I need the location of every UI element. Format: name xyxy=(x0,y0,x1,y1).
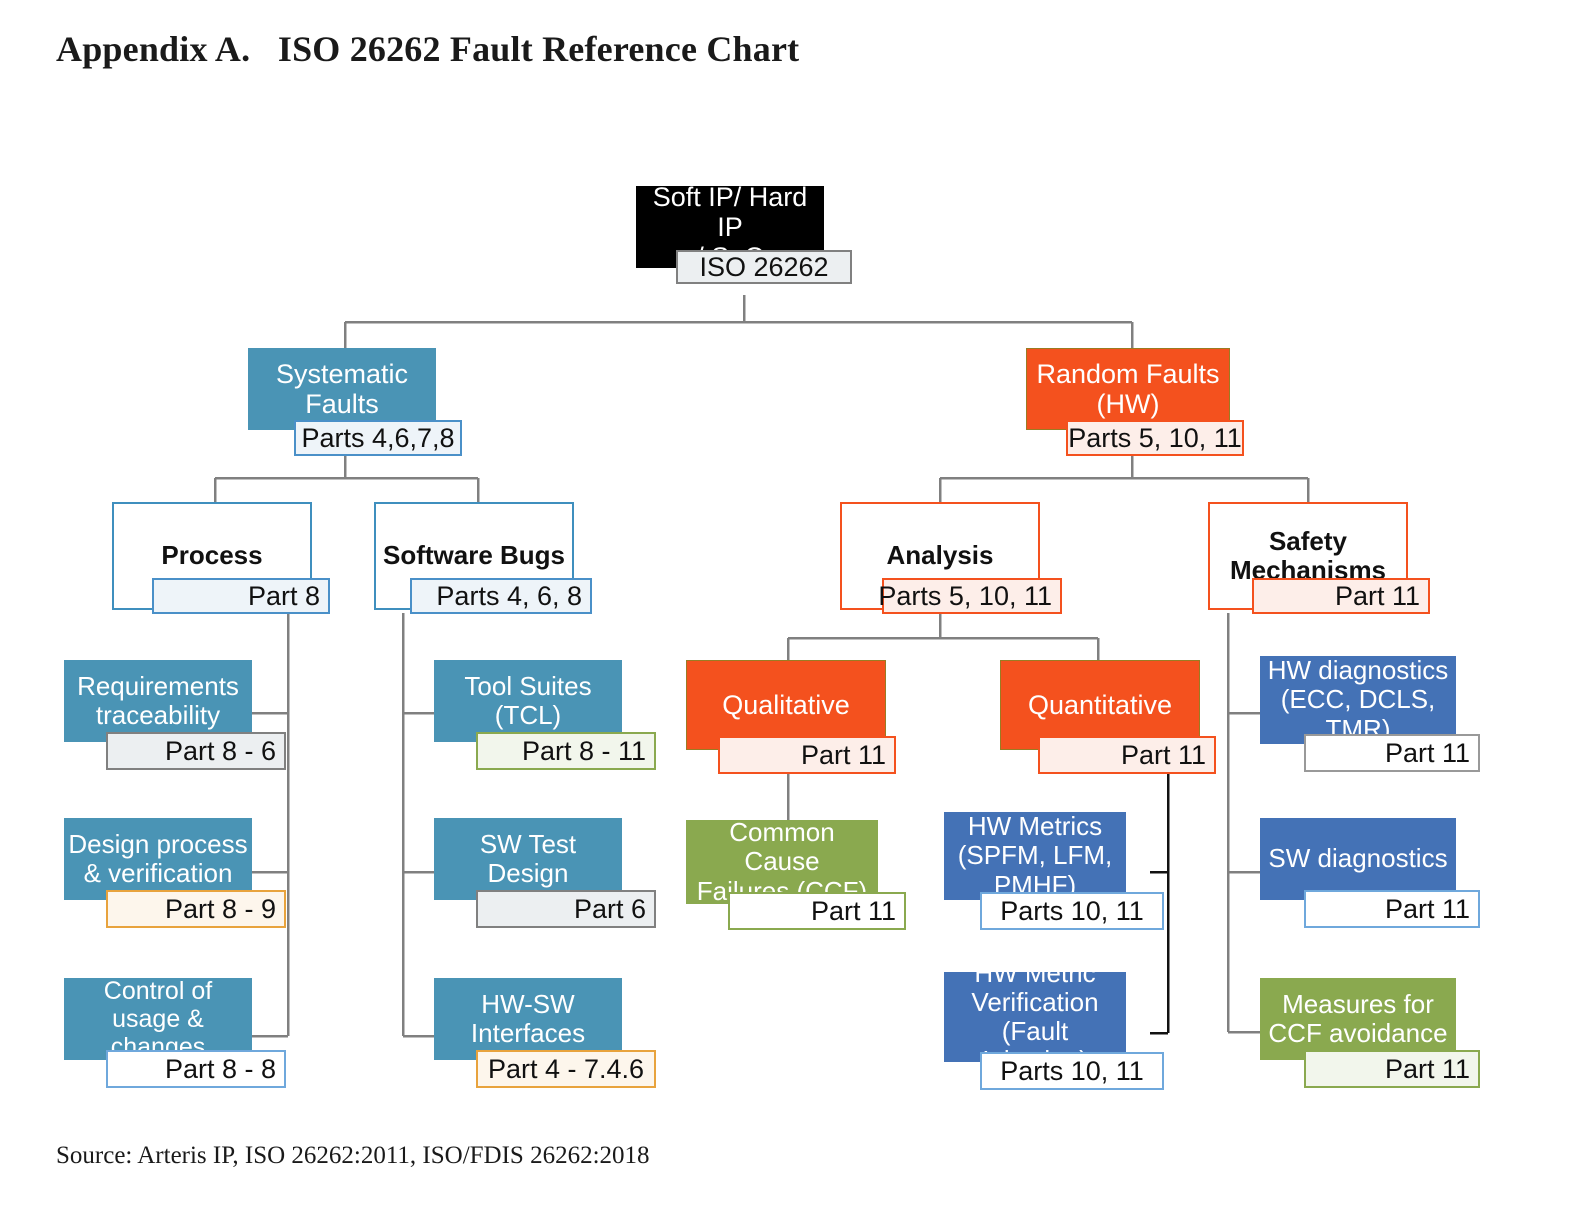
node-sw-test-design-body: SW Test Design xyxy=(434,818,622,900)
node-safety-mechanisms-tag-text: Part 11 xyxy=(1334,580,1420,611)
node-hw-metric-verification[interactable]: HW Metric Verification (Fault Injection)… xyxy=(944,958,1166,1092)
node-random-faults-label: Random Faults (HW) xyxy=(1036,358,1220,419)
node-analysis-label: Analysis xyxy=(886,540,994,571)
node-requirements-traceability-label: Requirements traceability xyxy=(77,670,239,730)
node-tool-suites-tag: Part 8 - 11 xyxy=(476,732,656,770)
node-process-label: Process xyxy=(161,540,263,571)
node-control-usage-body: Control of usage & changes xyxy=(64,977,252,1061)
node-hw-metrics-body: HW Metrics (SPFM, LFM, PMHF) xyxy=(944,812,1126,900)
node-root-tag-text: ISO 26262 xyxy=(699,251,829,282)
node-hw-sw-interfaces-body: HW-SW Interfaces xyxy=(434,978,622,1060)
node-common-cause-failures-tag: Part 11 xyxy=(728,892,906,930)
node-tool-suites-tag-text: Part 8 - 11 xyxy=(521,735,646,766)
node-common-cause-failures-tag-text: Part 11 xyxy=(810,895,896,926)
node-sw-diagnostics-body: SW diagnostics xyxy=(1260,818,1456,900)
node-software-bugs[interactable]: Software Bugs Parts 4, 6, 8 xyxy=(374,502,592,614)
node-process-tag-text: Part 8 xyxy=(247,580,320,611)
node-control-usage-tag-text: Part 8 - 8 xyxy=(164,1053,276,1084)
node-hw-metric-verification-tag: Parts 10, 11 xyxy=(980,1052,1164,1090)
node-design-process-label: Design process & verification xyxy=(68,828,248,888)
node-common-cause-failures[interactable]: Common Cause Failures (CCF) Part 11 xyxy=(686,818,908,932)
node-sw-test-design-tag: Part 6 xyxy=(476,890,656,928)
node-hw-sw-interfaces-tag-text: Part 4 - 7.4.6 xyxy=(487,1053,645,1084)
node-tool-suites[interactable]: Tool Suites (TCL) Part 8 - 11 xyxy=(434,660,656,772)
node-quantitative-tag-text: Part 11 xyxy=(1120,739,1206,770)
node-hw-metrics-label: HW Metrics (SPFM, LFM, PMHF) xyxy=(957,811,1113,900)
node-design-process-body: Design process & verification xyxy=(64,818,252,900)
node-measures-ccf-avoidance-body: Measures for CCF avoidance xyxy=(1260,978,1456,1060)
node-hw-sw-interfaces-label: HW-SW Interfaces xyxy=(470,988,586,1048)
node-process-tag: Part 8 xyxy=(152,578,330,614)
node-requirements-traceability-body: Requirements traceability xyxy=(64,660,252,742)
node-sw-diagnostics-label: SW diagnostics xyxy=(1268,843,1448,874)
node-sw-test-design[interactable]: SW Test Design Part 6 xyxy=(434,818,656,930)
node-hw-metrics[interactable]: HW Metrics (SPFM, LFM, PMHF) Parts 10, 1… xyxy=(944,812,1166,932)
node-requirements-traceability[interactable]: Requirements traceability Part 8 - 6 xyxy=(64,660,286,772)
node-systematic-faults-label: Systematic Faults xyxy=(275,358,409,419)
node-qualitative-tag-text: Part 11 xyxy=(800,739,886,770)
node-design-process-tag: Part 8 - 9 xyxy=(106,890,286,928)
node-random-faults-tag: Parts 5, 10, 11 xyxy=(1066,420,1244,456)
node-sw-diagnostics[interactable]: SW diagnostics Part 11 xyxy=(1260,818,1482,930)
node-hw-metrics-tag: Parts 10, 11 xyxy=(980,892,1164,930)
node-analysis[interactable]: Analysis Parts 5, 10, 11 xyxy=(840,502,1062,614)
node-root[interactable]: Soft IP/ Hard IP / SoC ISO 26262 xyxy=(636,182,852,296)
node-hw-metrics-tag-text: Parts 10, 11 xyxy=(1000,895,1144,926)
node-requirements-traceability-tag: Part 8 - 6 xyxy=(106,732,286,770)
node-analysis-tag-text: Parts 5, 10, 11 xyxy=(878,580,1052,611)
node-hw-metric-verification-tag-text: Parts 10, 11 xyxy=(1000,1055,1144,1086)
node-sw-diagnostics-tag-text: Part 11 xyxy=(1384,893,1470,924)
fault-reference-chart-page: Appendix A. ISO 26262 Fault Reference Ch… xyxy=(0,0,1582,1228)
node-process[interactable]: Process Part 8 xyxy=(112,502,330,614)
node-measures-ccf-avoidance[interactable]: Measures for CCF avoidance Part 11 xyxy=(1260,978,1482,1090)
page-title: Appendix A. ISO 26262 Fault Reference Ch… xyxy=(56,29,800,69)
node-hw-diagnostics-label: HW diagnostics (ECC, DCLS, TMR) xyxy=(1267,655,1449,744)
node-sw-diagnostics-tag: Part 11 xyxy=(1304,890,1480,928)
node-analysis-tag: Parts 5, 10, 11 xyxy=(878,578,1062,614)
node-software-bugs-label: Software Bugs xyxy=(382,540,566,571)
node-safety-mechanisms-label: Safety Mechanisms xyxy=(1229,525,1387,585)
node-design-process-tag-text: Part 8 - 9 xyxy=(164,893,276,924)
node-requirements-traceability-tag-text: Part 8 - 6 xyxy=(164,735,276,766)
node-control-usage-label: Control of usage & changes xyxy=(103,977,213,1061)
node-quantitative-tag: Part 11 xyxy=(1038,736,1216,774)
node-systematic-faults-tag: Parts 4,6,7,8 xyxy=(294,420,462,456)
node-qualitative[interactable]: Qualitative Part 11 xyxy=(686,660,908,774)
node-measures-ccf-avoidance-label: Measures for CCF avoidance xyxy=(1268,988,1448,1048)
node-hw-diagnostics[interactable]: HW diagnostics (ECC, DCLS, TMR) Part 11 xyxy=(1260,656,1482,772)
node-control-usage[interactable]: Control of usage & changes Part 8 - 8 xyxy=(64,977,286,1090)
node-hw-sw-interfaces[interactable]: HW-SW Interfaces Part 4 - 7.4.6 xyxy=(434,978,656,1090)
node-safety-mechanisms[interactable]: Safety Mechanisms Part 11 xyxy=(1208,502,1430,614)
node-hw-metric-verification-body: HW Metric Verification (Fault Injection) xyxy=(944,958,1126,1075)
node-qualitative-label: Qualitative xyxy=(722,689,850,720)
node-design-process[interactable]: Design process & verification Part 8 - 9 xyxy=(64,818,286,930)
node-hw-diagnostics-body: HW diagnostics (ECC, DCLS, TMR) xyxy=(1260,656,1456,744)
node-tool-suites-body: Tool Suites (TCL) xyxy=(434,660,622,742)
node-systematic-faults-body: Systematic Faults xyxy=(248,348,436,430)
node-random-faults-tag-text: Parts 5, 10, 11 xyxy=(1068,422,1242,453)
node-sw-test-design-tag-text: Part 6 xyxy=(573,893,646,924)
node-measures-ccf-avoidance-tag-text: Part 11 xyxy=(1384,1053,1470,1084)
node-sw-test-design-label: SW Test Design xyxy=(479,828,577,888)
node-software-bugs-tag-text: Parts 4, 6, 8 xyxy=(436,580,582,611)
node-quantitative-label: Quantitative xyxy=(1027,689,1173,720)
node-quantitative[interactable]: Quantitative Part 11 xyxy=(1000,660,1222,774)
node-hw-sw-interfaces-tag: Part 4 - 7.4.6 xyxy=(476,1050,656,1088)
node-hw-diagnostics-tag-text: Part 11 xyxy=(1384,737,1470,768)
node-qualitative-tag: Part 11 xyxy=(718,736,896,774)
node-hw-diagnostics-tag: Part 11 xyxy=(1304,734,1480,772)
node-control-usage-tag: Part 8 - 8 xyxy=(106,1050,286,1088)
node-random-faults-body: Random Faults (HW) xyxy=(1026,348,1230,430)
node-safety-mechanisms-tag: Part 11 xyxy=(1252,578,1430,614)
node-systematic-faults[interactable]: Systematic Faults Parts 4,6,7,8 xyxy=(248,348,462,456)
node-software-bugs-tag: Parts 4, 6, 8 xyxy=(410,578,592,614)
node-systematic-faults-tag-text: Parts 4,6,7,8 xyxy=(301,422,455,453)
node-random-faults[interactable]: Random Faults (HW) Parts 5, 10, 11 xyxy=(1026,348,1244,456)
source-note: Source: Arteris IP, ISO 26262:2011, ISO/… xyxy=(56,1142,650,1169)
node-measures-ccf-avoidance-tag: Part 11 xyxy=(1304,1050,1480,1088)
node-tool-suites-label: Tool Suites (TCL) xyxy=(464,670,592,730)
node-root-tag: ISO 26262 xyxy=(676,250,852,284)
